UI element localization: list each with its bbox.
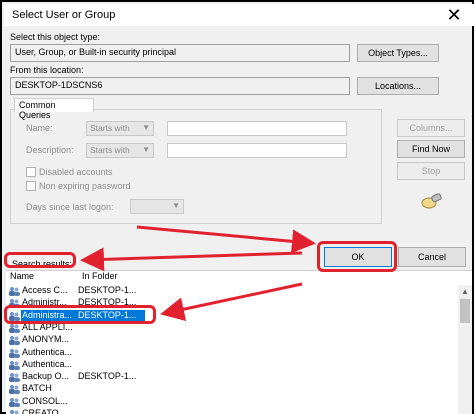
annotation-box-search-results <box>4 252 76 268</box>
object-types-button[interactable]: Object Types... <box>357 44 439 62</box>
name-mode-select[interactable]: Starts with ▼ <box>86 121 154 136</box>
user-group-icon <box>9 287 20 296</box>
table-row[interactable]: Access C... DESKTOP-1... <box>6 285 458 297</box>
chevron-down-icon: ▼ <box>172 201 180 210</box>
user-group-icon <box>9 373 20 383</box>
name-mode-value: Starts with <box>90 123 130 133</box>
row-name: ANONYM... <box>22 334 70 345</box>
close-icon[interactable]: ✕ <box>434 4 474 26</box>
column-header-name[interactable]: Name <box>10 271 34 284</box>
window-title: Select User or Group <box>12 9 116 21</box>
disabled-accounts-checkbox[interactable] <box>26 167 36 177</box>
find-now-button[interactable]: Find Now <box>397 140 465 158</box>
user-group-icon <box>9 360 20 370</box>
days-since-logon-label: Days since last logon: <box>26 202 114 212</box>
title-bar: Select User or Group ✕ <box>4 4 474 26</box>
stop-button[interactable]: Stop <box>397 162 465 180</box>
chevron-down-icon: ▼ <box>142 145 150 154</box>
description-mode-select[interactable]: Starts with ▼ <box>86 143 154 158</box>
select-user-dialog: Select User or Group ✕ Select this objec… <box>0 0 474 414</box>
annotation-box-selected-row <box>4 305 156 324</box>
location-field: DESKTOP-1DSCNS6 <box>10 77 350 95</box>
chevron-down-icon: ▼ <box>142 123 150 132</box>
tab-common-queries[interactable]: Common Queries <box>14 98 94 120</box>
row-name: CREATO... <box>22 408 67 414</box>
non-expiring-password-label: Non expiring password <box>39 181 131 191</box>
search-flashlight-icon <box>421 193 442 209</box>
row-folder: DESKTOP-1... <box>78 285 137 295</box>
table-row[interactable]: Authentica... <box>6 347 458 359</box>
user-group-icon <box>9 323 20 333</box>
user-group-icon <box>9 397 20 407</box>
days-since-logon-select[interactable]: ▼ <box>130 199 184 214</box>
disabled-accounts-label: Disabled accounts <box>39 167 113 177</box>
arrow-to-ok <box>136 225 316 254</box>
description-mode-value: Starts with <box>90 145 130 155</box>
user-group-icon <box>9 336 20 346</box>
table-row[interactable]: BATCH <box>6 383 458 395</box>
object-type-label: Select this object type: <box>10 32 101 42</box>
table-row[interactable]: ANONYM... <box>6 334 458 346</box>
name-input[interactable] <box>167 121 347 136</box>
row-name: Backup O... <box>22 371 70 382</box>
location-label: From this location: <box>10 65 84 75</box>
row-name: BATCH <box>22 383 52 394</box>
name-label: Name: <box>26 123 53 133</box>
search-results-list[interactable]: Name In Folder Access C... DESKTOP-1... Ad… <box>6 270 472 414</box>
row-name: Authentica... <box>22 358 73 369</box>
non-expiring-password-checkbox[interactable] <box>26 181 36 191</box>
description-input[interactable] <box>167 143 347 158</box>
user-group-icon <box>10 410 19 414</box>
row-name: Authentica... <box>22 346 73 357</box>
scroll-thumb[interactable] <box>460 299 470 323</box>
user-group-icon <box>9 385 20 395</box>
arrow-to-search-results <box>80 247 303 272</box>
table-row[interactable]: CONSOL... <box>6 396 458 408</box>
user-group-icon <box>9 348 20 358</box>
cancel-button[interactable]: Cancel <box>398 247 466 267</box>
object-type-field: User, Group, or Built-in security princi… <box>10 44 350 62</box>
row-name: Access C... <box>22 285 68 295</box>
vertical-scrollbar[interactable]: ▲ <box>458 285 472 414</box>
row-folder: DESKTOP-1... <box>78 371 137 382</box>
scroll-up-icon[interactable]: ▲ <box>458 285 472 297</box>
annotation-box-ok <box>317 241 397 272</box>
description-label: Description: <box>26 145 74 155</box>
table-row[interactable]: CREATO... <box>6 408 458 414</box>
locations-button[interactable]: Locations... <box>357 77 439 95</box>
columns-button[interactable]: Columns... <box>397 119 465 137</box>
table-row[interactable]: Authentica... <box>6 359 458 371</box>
table-row[interactable]: Backup O... DESKTOP-1... <box>6 371 458 383</box>
row-name: CONSOL... <box>22 395 68 406</box>
column-header-in-folder[interactable]: In Folder <box>82 271 118 284</box>
